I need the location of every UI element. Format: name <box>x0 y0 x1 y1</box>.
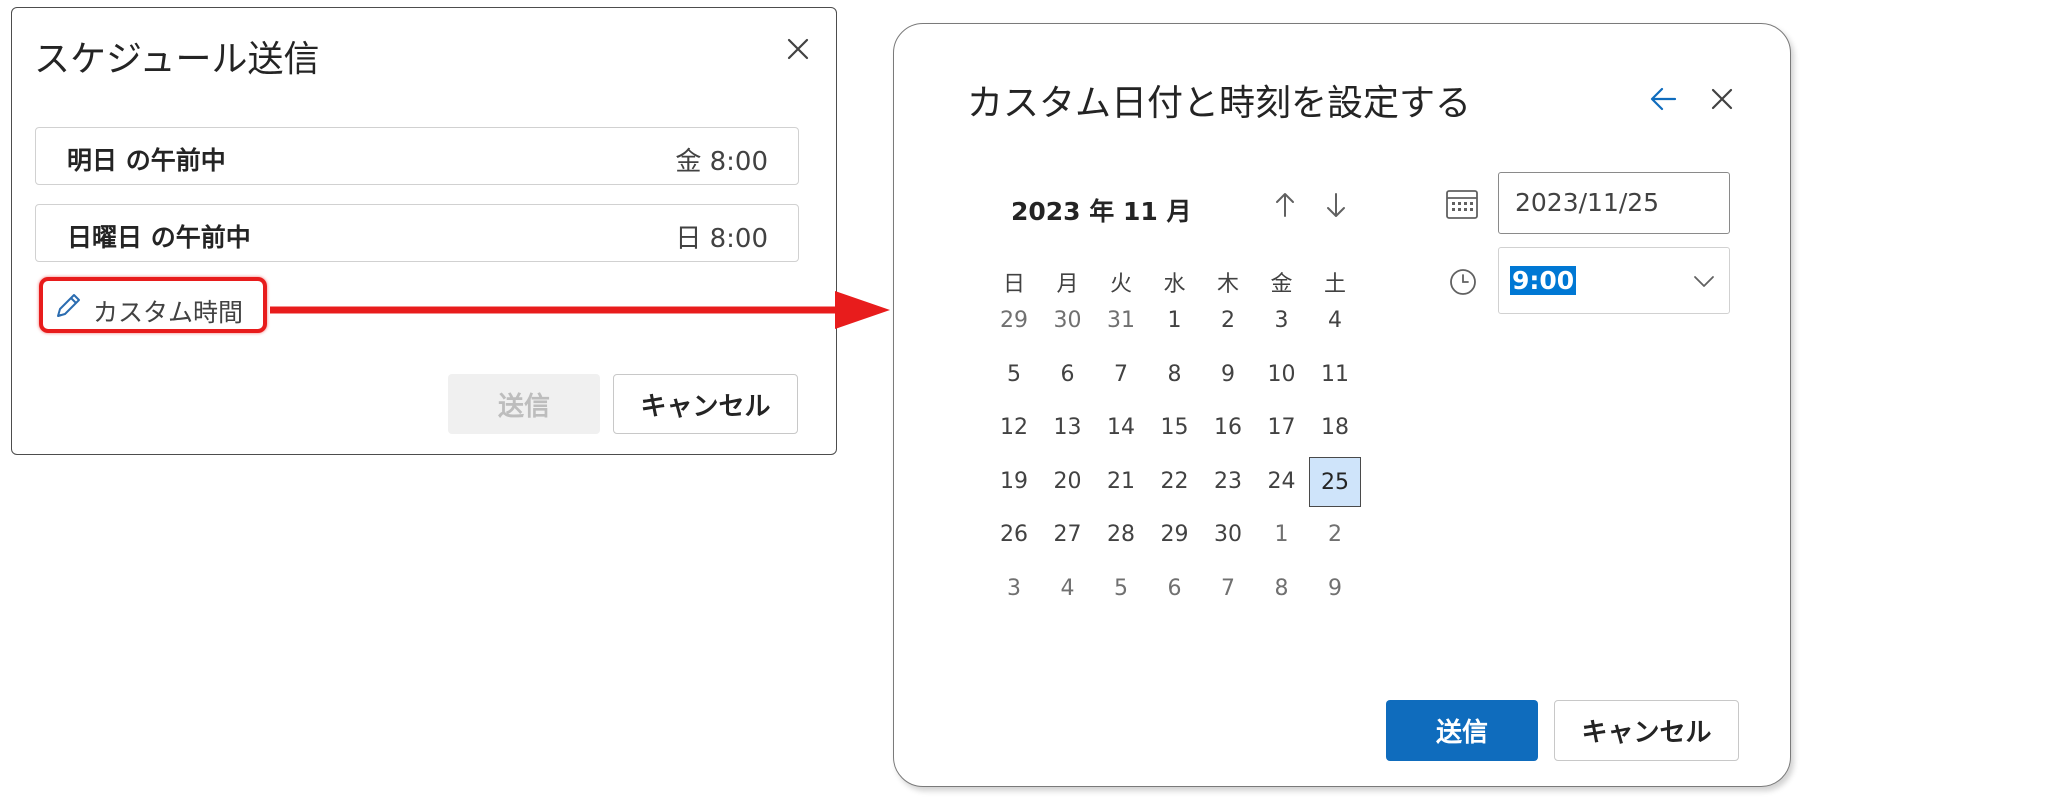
calendar-day[interactable]: 28 <box>1095 510 1147 560</box>
send-button[interactable]: 送信 <box>448 374 600 434</box>
calendar-day[interactable]: 8 <box>1256 564 1308 614</box>
option-time: 金 8:00 <box>675 147 768 177</box>
custom-time-link[interactable]: カスタム時間 <box>39 277 267 333</box>
pencil-icon <box>57 294 80 317</box>
calendar-day[interactable]: 16 <box>1202 403 1254 453</box>
calendar-day[interactable]: 13 <box>1042 403 1094 453</box>
close-icon <box>787 38 809 60</box>
weekday-label: 金 <box>1270 272 1293 297</box>
calendar-day[interactable]: 26 <box>988 510 1040 560</box>
calendar-day[interactable]: 7 <box>1202 564 1254 614</box>
chevron-down-icon <box>1694 276 1714 287</box>
calendar-day[interactable]: 1 <box>1149 296 1201 346</box>
calendar-day[interactable]: 19 <box>988 457 1040 507</box>
time-value: 9:00 <box>1510 266 1577 295</box>
calendar-day[interactable]: 30 <box>1042 296 1094 346</box>
calendar-day[interactable]: 9 <box>1202 350 1254 400</box>
calendar-day[interactable]: 5 <box>1095 564 1147 614</box>
calendar-day-selected[interactable]: 25 <box>1309 456 1361 507</box>
calendar-day[interactable]: 7 <box>1095 350 1147 400</box>
calendar-day[interactable]: 4 <box>1042 564 1094 614</box>
option-tomorrow-morning[interactable]: 明日 の午前中 金 8:00 <box>35 127 799 185</box>
weekday-label: 月 <box>1056 272 1079 297</box>
weekday-label: 火 <box>1109 272 1132 297</box>
calendar-icon <box>1446 190 1478 219</box>
send-button[interactable]: 送信 <box>1386 700 1538 761</box>
next-month-button[interactable] <box>1318 187 1354 223</box>
calendar-day[interactable]: 3 <box>988 564 1040 614</box>
calendar-day[interactable]: 3 <box>1256 296 1308 346</box>
close-icon <box>1711 88 1733 110</box>
calendar-day[interactable]: 24 <box>1256 457 1308 507</box>
callout-arrow <box>270 291 890 329</box>
calendar-day[interactable]: 21 <box>1095 457 1147 507</box>
close-button[interactable] <box>778 29 818 69</box>
calendar-day[interactable]: 11 <box>1309 350 1361 400</box>
dialog-title: スケジュール送信 <box>34 39 320 80</box>
option-label: 明日 の午前中 <box>67 146 226 175</box>
time-select[interactable]: 9:00 <box>1498 247 1730 314</box>
calendar-day[interactable]: 1 <box>1256 510 1308 560</box>
weekday-label: 水 <box>1163 272 1186 297</box>
dialog-title: カスタム日付と時刻を設定する <box>967 83 1472 124</box>
calendar-day[interactable]: 4 <box>1309 296 1361 346</box>
calendar-day[interactable]: 12 <box>988 403 1040 453</box>
date-input[interactable]: 2023/11/25 <box>1498 172 1730 234</box>
calendar-day[interactable]: 31 <box>1095 296 1147 346</box>
close-button[interactable] <box>1702 79 1742 119</box>
calendar-day[interactable]: 6 <box>1149 564 1201 614</box>
weekday-label: 木 <box>1216 272 1239 297</box>
calendar-day[interactable]: 18 <box>1309 403 1361 453</box>
date-value: 2023/11/25 <box>1515 188 1660 217</box>
calendar-day[interactable]: 9 <box>1309 564 1361 614</box>
previous-month-button[interactable] <box>1267 187 1303 223</box>
schedule-send-dialog: スケジュール送信 明日 の午前中 金 8:00 日曜日 の午前中 日 8:00 … <box>11 7 837 455</box>
calendar-day[interactable]: 20 <box>1042 457 1094 507</box>
calendar-day[interactable]: 15 <box>1149 403 1201 453</box>
calendar-day[interactable]: 30 <box>1202 510 1254 560</box>
clock-icon <box>1450 269 1476 295</box>
calendar-day[interactable]: 2 <box>1202 296 1254 346</box>
option-time: 日 8:00 <box>675 224 768 254</box>
custom-time-label: カスタム時間 <box>93 298 244 327</box>
calendar-day[interactable]: 14 <box>1095 403 1147 453</box>
calendar-day[interactable]: 8 <box>1149 350 1201 400</box>
calendar-month-label: 2023 年 11 月 <box>1011 197 1192 226</box>
calendar-day[interactable]: 6 <box>1042 350 1094 400</box>
calendar-day[interactable]: 29 <box>988 296 1040 346</box>
arrow-up-icon <box>1276 193 1294 217</box>
cancel-button[interactable]: キャンセル <box>1554 700 1739 761</box>
arrow-down-icon <box>1327 193 1345 217</box>
arrow-left-icon <box>1650 87 1677 111</box>
option-label: 日曜日 の午前中 <box>67 223 251 252</box>
calendar-day[interactable]: 23 <box>1202 457 1254 507</box>
cancel-button[interactable]: キャンセル <box>613 374 798 434</box>
calendar-day[interactable]: 22 <box>1149 457 1201 507</box>
back-button[interactable] <box>1644 79 1684 119</box>
calendar-day[interactable]: 5 <box>988 350 1040 400</box>
weekday-label: 土 <box>1323 272 1346 297</box>
calendar-day[interactable]: 10 <box>1256 350 1308 400</box>
calendar-day[interactable]: 17 <box>1256 403 1308 453</box>
option-sunday-morning[interactable]: 日曜日 の午前中 日 8:00 <box>35 204 799 262</box>
custom-datetime-dialog: カスタム日付と時刻を設定する 2023 年 11 月 日月火水木金土 29 30 3… <box>893 23 1791 787</box>
calendar-day[interactable]: 2 <box>1309 510 1361 560</box>
calendar-day[interactable]: 29 <box>1149 510 1201 560</box>
calendar-day[interactable]: 27 <box>1042 510 1094 560</box>
weekday-label: 日 <box>1002 272 1025 297</box>
